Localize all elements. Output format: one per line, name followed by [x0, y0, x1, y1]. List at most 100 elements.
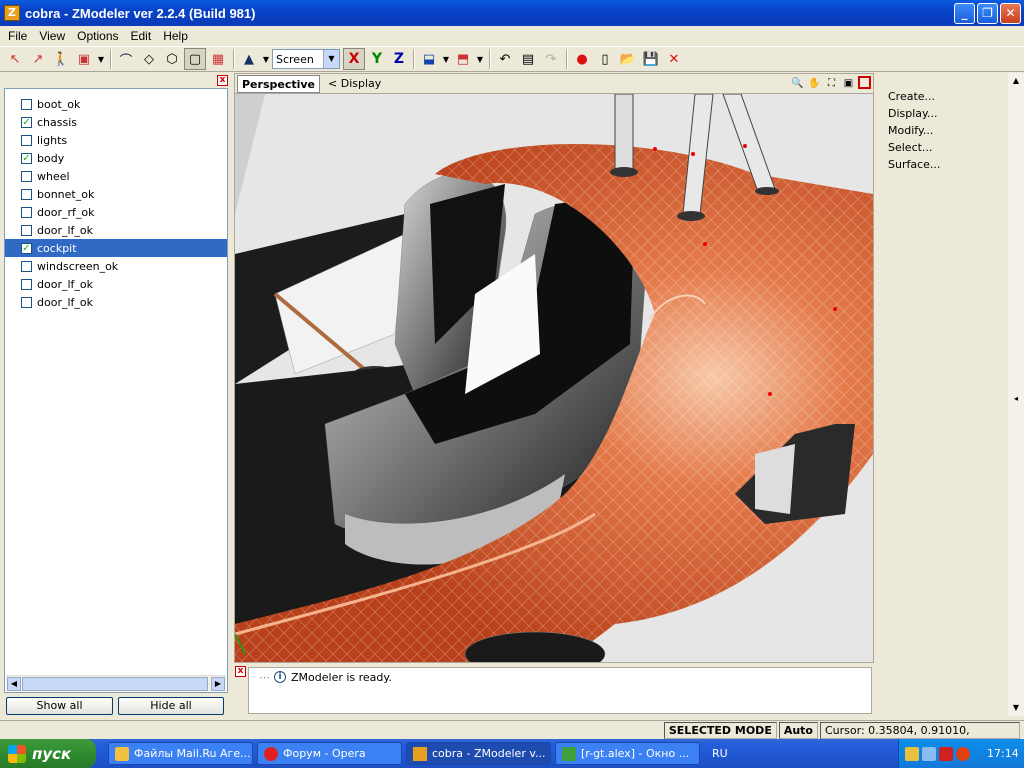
visibility-checkbox[interactable]	[21, 260, 32, 272]
scroll-up-icon[interactable]: ▲	[1008, 73, 1024, 89]
object-list-item[interactable]: ✓ chassis	[5, 113, 227, 131]
menu-edit[interactable]: Edit	[125, 29, 158, 43]
command-display[interactable]: Display...	[878, 105, 1008, 122]
dropdown-arrow-icon[interactable]: ▼	[96, 48, 106, 70]
scroll-right-icon[interactable]: ▶	[211, 677, 225, 691]
start-button[interactable]: пуск	[0, 739, 96, 768]
hide-all-button[interactable]: Hide all	[118, 697, 224, 715]
open-folder-icon[interactable]: 📂	[617, 48, 639, 70]
visibility-checkbox[interactable]: ✓	[21, 242, 32, 254]
menu-options[interactable]: Options	[71, 29, 124, 43]
close-button[interactable]: ✕	[1000, 3, 1021, 24]
language-indicator[interactable]: RU	[712, 747, 742, 760]
group-mode-icon[interactable]: ▦	[207, 48, 229, 70]
3d-scene[interactable]	[235, 94, 873, 662]
walk-icon[interactable]: 🚶	[50, 48, 72, 70]
object-list-item[interactable]: door_lf_ok	[5, 293, 227, 311]
maximize-view-icon[interactable]: ▣	[841, 76, 856, 91]
select-multi-icon[interactable]: ↗	[27, 48, 49, 70]
title-bar[interactable]: Z cobra - ZModeler ver 2.2.4 (Build 981)…	[0, 0, 1024, 26]
command-select[interactable]: Select...	[878, 139, 1008, 156]
axis-y-button[interactable]: Y	[366, 48, 388, 70]
history-icon[interactable]: ▤	[517, 48, 539, 70]
dropdown-arrow-icon[interactable]: ▼	[441, 48, 451, 70]
restore-button[interactable]: ❐	[977, 3, 998, 24]
coordinate-mode-select[interactable]: Screen ▼	[272, 49, 340, 69]
scroll-down-icon[interactable]: ▼	[1008, 700, 1024, 716]
show-all-button[interactable]: Show all	[6, 697, 113, 715]
scroll-thumb[interactable]	[22, 677, 208, 691]
box-mode-icon[interactable]: ▢	[184, 48, 206, 70]
monitor-icon[interactable]	[922, 746, 936, 761]
menu-view[interactable]: View	[33, 29, 71, 43]
close-icon[interactable]: x	[235, 666, 246, 677]
network-icon[interactable]	[905, 746, 919, 761]
visibility-checkbox[interactable]	[21, 224, 32, 236]
scroll-left-icon[interactable]: ◀	[7, 677, 21, 691]
start-label: пуск	[32, 744, 72, 763]
task-opera[interactable]: Форум - Opera	[257, 742, 402, 765]
task-zmodeler[interactable]: cobra - ZModeler v...	[406, 742, 551, 765]
antivirus-icon[interactable]	[939, 746, 953, 761]
object-mode-icon[interactable]: ⬡	[161, 48, 183, 70]
command-modify[interactable]: Modify...	[878, 122, 1008, 139]
perspective-viewport[interactable]: Perspective < Display 🔍 ✋ ⛶ ▣	[234, 73, 874, 663]
visibility-checkbox[interactable]	[21, 278, 32, 290]
pan-hand-icon[interactable]: ✋	[807, 76, 822, 91]
object-list-item[interactable]: ✓ cockpit	[5, 239, 227, 257]
object-list-item[interactable]: door_lf_ok	[5, 221, 227, 239]
new-file-icon[interactable]: ▯	[594, 48, 616, 70]
minimize-button[interactable]: _	[954, 3, 975, 24]
task-chat[interactable]: [r-gt.alex] - Окно ...	[555, 742, 700, 765]
command-surface[interactable]: Surface...	[878, 156, 1008, 173]
chevron-down-icon[interactable]: ▼	[323, 50, 339, 68]
visibility-checkbox[interactable]	[21, 98, 32, 110]
close-icon[interactable]: x	[217, 75, 228, 86]
zoom-icon[interactable]: 🔍	[790, 76, 805, 91]
import-icon[interactable]: ⬓	[418, 48, 440, 70]
viewport-close-icon[interactable]	[858, 76, 871, 89]
vertical-scrollbar[interactable]: ▲ ◂ ▼	[1008, 73, 1024, 716]
menu-help[interactable]: Help	[157, 29, 194, 43]
task-mailru[interactable]: Файлы Mail.Ru Аге...	[108, 742, 253, 765]
delete-icon[interactable]: ✕	[663, 48, 685, 70]
menu-file[interactable]: File	[2, 29, 33, 43]
command-create[interactable]: Create...	[878, 88, 1008, 105]
select-mode-icon[interactable]: ▣	[73, 48, 95, 70]
scroll-handle-icon[interactable]: ◂	[1008, 391, 1024, 407]
object-list-item[interactable]: door_rf_ok	[5, 203, 227, 221]
visibility-checkbox[interactable]	[21, 206, 32, 218]
horizontal-scrollbar[interactable]: ◀ ▶	[6, 675, 226, 691]
object-list-item[interactable]: bonnet_ok	[5, 185, 227, 203]
record-icon[interactable]: ●	[571, 48, 593, 70]
blocked-icon[interactable]	[956, 746, 970, 761]
viewport-tab-perspective[interactable]: Perspective	[237, 74, 321, 93]
visibility-checkbox[interactable]	[21, 134, 32, 146]
object-list-item[interactable]: boot_ok	[5, 95, 227, 113]
select-tool-icon[interactable]: ↖	[4, 48, 26, 70]
vertex-mode-icon[interactable]: ⌒	[115, 48, 137, 70]
axis-tool-icon[interactable]: ▲	[238, 48, 260, 70]
visibility-checkbox[interactable]	[21, 170, 32, 182]
object-list-item[interactable]: ✓ body	[5, 149, 227, 167]
object-list-item[interactable]: lights	[5, 131, 227, 149]
fit-view-icon[interactable]: ⛶	[824, 76, 839, 91]
save-icon[interactable]: 💾	[640, 48, 662, 70]
axis-z-button[interactable]: Z	[388, 48, 410, 70]
export-icon[interactable]: ⬒	[452, 48, 474, 70]
viewport-breadcrumb[interactable]: < Display	[320, 77, 381, 90]
object-list-item[interactable]: door_lf_ok	[5, 275, 227, 293]
visibility-checkbox[interactable]	[21, 188, 32, 200]
object-list-item[interactable]: windscreen_ok	[5, 257, 227, 275]
face-mode-icon[interactable]: ◇	[138, 48, 160, 70]
app-icon[interactable]: Z	[4, 5, 20, 21]
dropdown-arrow-icon[interactable]: ▼	[261, 48, 271, 70]
dropdown-arrow-icon[interactable]: ▼	[475, 48, 485, 70]
visibility-checkbox[interactable]: ✓	[21, 116, 32, 128]
object-list-item[interactable]: wheel	[5, 167, 227, 185]
redo-icon[interactable]: ↷	[540, 48, 562, 70]
undo-icon[interactable]: ↶	[494, 48, 516, 70]
visibility-checkbox[interactable]	[21, 296, 32, 308]
axis-x-button[interactable]: X	[343, 48, 365, 70]
visibility-checkbox[interactable]: ✓	[21, 152, 32, 164]
